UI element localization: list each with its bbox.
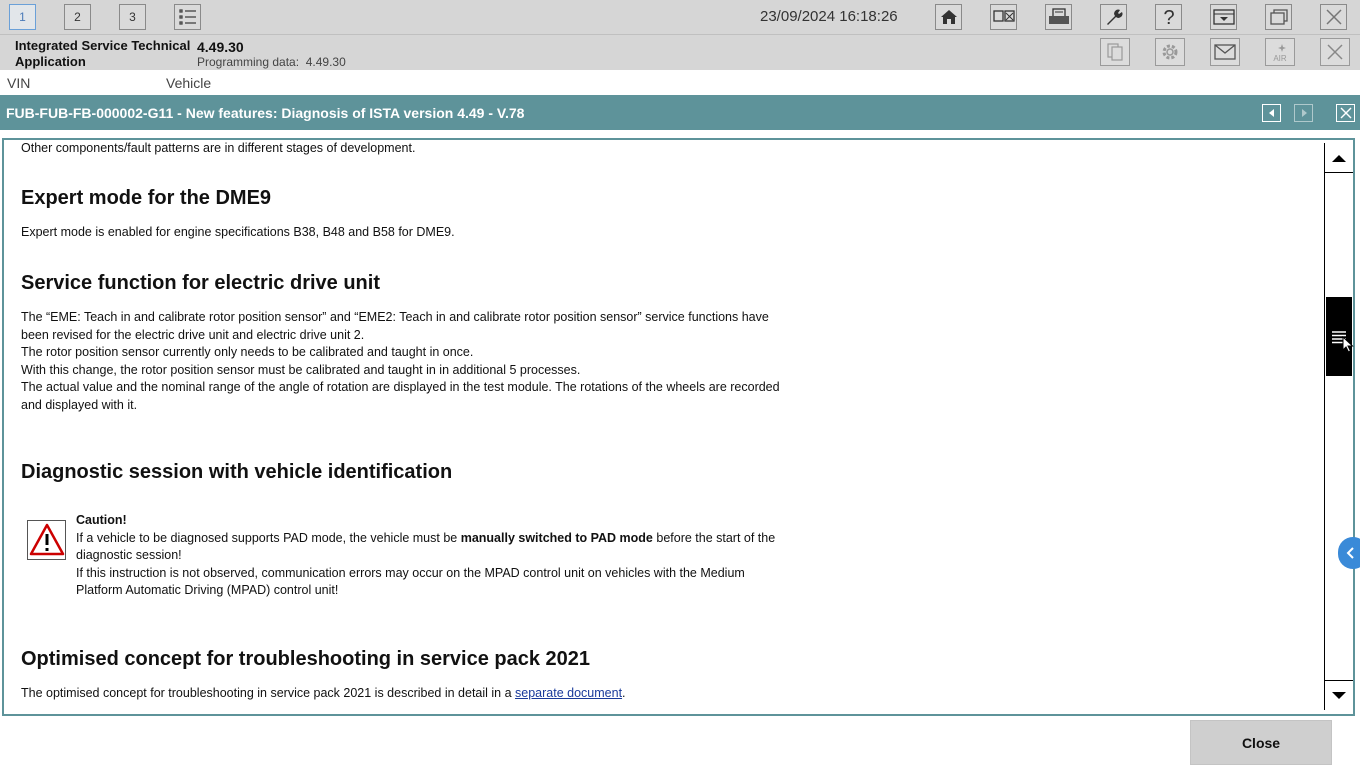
paragraph-text: The optimised concept for troubleshootin… [21, 686, 516, 700]
list-icon[interactable] [174, 4, 201, 30]
document-header: FUB-FUB-FB-000002-G11 - New features: Di… [0, 95, 1360, 130]
svg-text:?: ? [1163, 7, 1174, 28]
close-document-button[interactable] [1336, 104, 1355, 122]
caution-line: If a vehicle to be diagnosed supports PA… [76, 530, 776, 565]
gear-icon[interactable] [1155, 38, 1185, 66]
side-panel-toggle[interactable] [1338, 537, 1360, 569]
previous-page-button[interactable] [1262, 104, 1281, 122]
caution-line: If this instruction is not observed, com… [76, 565, 745, 598]
paragraph-text: . [622, 686, 626, 700]
mail-icon[interactable] [1210, 38, 1240, 66]
svg-text:AIR: AIR [1273, 54, 1287, 63]
separate-document-link[interactable]: separate document [515, 686, 622, 700]
copy-document-icon[interactable] [1100, 38, 1130, 66]
section-heading: Service function for electric drive unit [21, 272, 380, 294]
section-paragraph: The rotor position sensor currently only… [21, 345, 474, 359]
section-heading: Optimised concept for troubleshooting in… [21, 648, 591, 670]
window-icon[interactable] [1265, 4, 1292, 30]
air-icon[interactable]: AIR [1265, 38, 1295, 66]
help-icon[interactable]: ? [1155, 4, 1182, 30]
vin-label: VIN [7, 75, 31, 91]
programming-data-label: Programming data: [197, 55, 300, 69]
tab-3[interactable]: 3 [119, 4, 146, 30]
close-button[interactable]: Close [1190, 720, 1332, 765]
display-settings-icon[interactable] [990, 4, 1017, 30]
scroll-down-button[interactable] [1325, 680, 1353, 710]
caution-text: If a vehicle to be diagnosed supports PA… [76, 530, 461, 545]
top-toolbar: 1 2 3 23/09/2024 16:18:26 ? [0, 0, 1360, 35]
vertical-scrollbar[interactable] [1324, 143, 1353, 710]
app-name: Integrated Service Technical Application [15, 38, 191, 69]
section-heading: Expert mode for the DME9 [21, 187, 272, 209]
section-body: The “EME: Teach in and calibrate rotor p… [21, 309, 781, 414]
scroll-up-button[interactable] [1325, 143, 1353, 173]
datetime-display: 23/09/2024 16:18:26 [760, 8, 898, 25]
vehicle-info-row: VIN Vehicle [0, 70, 1360, 95]
warning-icon [27, 520, 66, 560]
programming-data: Programming data: 4.49.30 [197, 55, 346, 69]
tab-2[interactable]: 2 [64, 4, 91, 30]
vehicle-label: Vehicle [166, 75, 212, 91]
document-content-frame: Other components/fault patterns are in d… [2, 138, 1355, 716]
version-number: 4.49.30 [197, 39, 244, 55]
wrench-icon[interactable] [1100, 4, 1127, 30]
programming-data-value: 4.49.30 [305, 55, 346, 69]
section-paragraph: The actual value and the nominal range o… [21, 380, 780, 412]
printer-icon[interactable] [1045, 4, 1072, 30]
section-paragraph: The optimised concept for troubleshootin… [21, 685, 781, 703]
close-icon[interactable] [1320, 4, 1347, 30]
document-title: FUB-FUB-FB-000002-G11 - New features: Di… [6, 105, 525, 121]
section-paragraph: Expert mode is enabled for engine specif… [21, 225, 455, 239]
info-bar: Integrated Service Technical Application… [0, 35, 1360, 70]
intro-paragraph: Other components/fault patterns are in d… [21, 141, 416, 155]
dropdown-panel-icon[interactable] [1210, 4, 1237, 30]
close-session-icon[interactable] [1320, 38, 1350, 66]
next-page-button[interactable] [1294, 104, 1313, 122]
section-paragraph: With this change, the rotor position sen… [21, 362, 581, 377]
caution-emphasis: manually switched to PAD mode [460, 530, 653, 545]
caution-title: Caution! [76, 513, 127, 527]
mouse-cursor [1342, 335, 1354, 359]
caution-box: Caution! If a vehicle to be diagnosed su… [76, 512, 776, 600]
tab-1[interactable]: 1 [9, 4, 36, 30]
home-icon[interactable] [935, 4, 962, 30]
section-heading: Diagnostic session with vehicle identifi… [21, 461, 453, 483]
section-paragraph: The “EME: Teach in and calibrate rotor p… [21, 310, 769, 342]
